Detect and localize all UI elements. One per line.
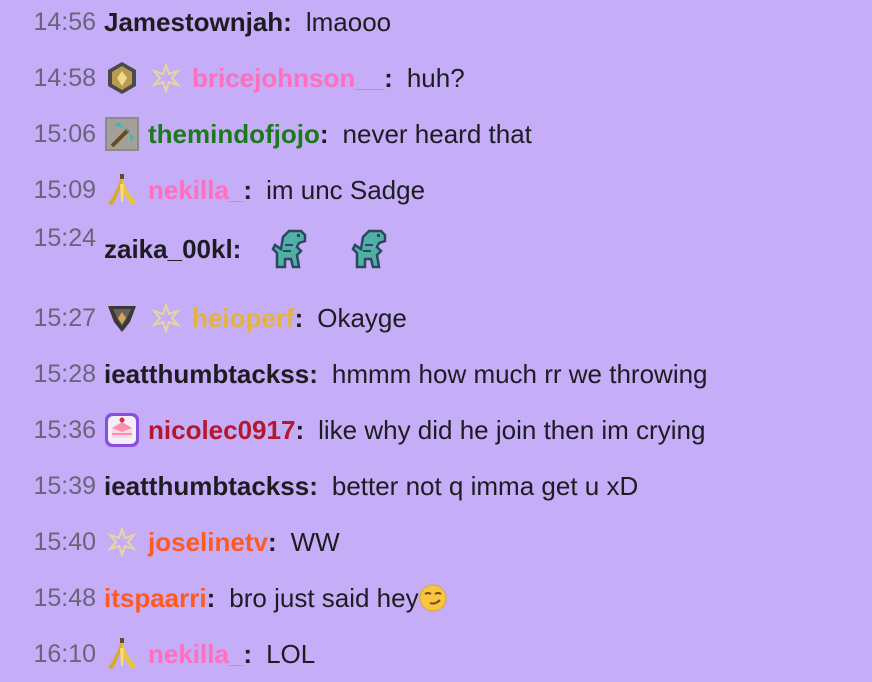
username[interactable]: joselinetv [148,527,268,558]
message-text: hmmm how much rr we throwing [331,358,708,389]
username[interactable]: Jamestownjah [104,7,283,38]
message-text: im unc Sadge [266,174,426,205]
message-timestamp: 15:06 [33,119,96,148]
message-timestamp: 15:09 [33,175,96,204]
message-text: never heard that [342,118,532,149]
username[interactable]: nekilla_ [148,175,243,206]
colon: : [295,414,305,445]
colon: : [267,526,277,557]
colon: : [319,118,329,149]
username[interactable]: ieatthumbtackss [104,359,309,390]
colon: : [243,638,253,669]
colon: : [243,174,253,205]
pickaxe-badge-icon[interactable] [104,116,140,152]
chat-message: 15:09 nekilla_: im unc Sadge [0,162,425,218]
chat-message: 16:10 nekilla_: LOL [0,626,315,682]
sparkle-badge-icon[interactable] [148,60,184,96]
username[interactable]: themindofjojo [148,119,320,150]
chat-message: 14:56 Jamestownjah: lmaooo [0,0,391,50]
chat-message: 15:39 ieatthumbtackss: better not q imma… [0,458,638,514]
message-timestamp: 15:28 [33,359,96,388]
chat-message: 15:06 themindofjojo: never heard that [0,106,532,162]
colon: : [309,358,318,389]
message-text: WW [290,526,340,557]
chat-message: 14:58 bricejohnson__: huh? [0,50,465,106]
message-text: huh? [406,62,465,93]
chat-message: 15:48 itspaarri: bro just said hey [0,570,447,626]
username[interactable]: zaika_00kl [104,234,233,265]
message-text: Okayge [317,302,407,333]
chat-message: 15:27 heioperf: Okayge [0,290,407,346]
chat-message: 15:40 joselinetv: WW [0,514,340,570]
message-timestamp: 15:36 [33,415,96,444]
message-text: lmaooo [305,6,392,37]
message-text: like why did he join then im crying [318,414,706,445]
colon: : [206,582,216,613]
message-timestamp: 15:40 [33,527,96,556]
username[interactable]: itspaarri [104,583,207,614]
message-text: LOL [266,638,316,669]
gold-rank-badge-icon[interactable] [104,60,140,96]
username[interactable]: bricejohnson__ [192,63,384,94]
colon: : [283,6,292,37]
username[interactable]: ieatthumbtackss [104,471,309,502]
colon: : [309,470,318,501]
message-timestamp: 15:27 [33,303,96,332]
smirk-emoji-icon [419,584,447,612]
banana-badge-icon[interactable] [104,172,140,208]
dark-rank-badge-icon[interactable] [104,300,140,336]
chat-log: 14:56 Jamestownjah: lmaooo 14:58 bricejo… [0,0,872,680]
message-timestamp: 14:56 [33,7,96,36]
message-timestamp: 16:10 [33,639,96,668]
chat-message: 15:28 ieatthumbtackss: hmmm how much rr … [0,346,708,402]
colon: : [384,62,393,93]
cake-badge-icon[interactable] [104,412,140,448]
message-timestamp: 15:48 [33,583,96,612]
message-text: better not q imma get u xD [331,470,639,501]
colon: : [294,302,304,333]
banana-badge-icon[interactable] [104,636,140,672]
chat-message: 15:36 nicolec0917: like why did he join … [0,402,705,458]
username[interactable]: nicolec0917 [148,415,295,446]
sparkle-badge-icon[interactable] [148,300,184,336]
username[interactable]: heioperf [192,303,295,334]
dino-emote-icon[interactable] [347,227,391,271]
colon: : [232,233,242,264]
message-timestamp: 15:39 [33,471,96,500]
chat-message: 15:24 zaika_00kl: [0,218,391,280]
username[interactable]: nekilla_ [148,639,243,670]
message-timestamp: 15:24 [33,224,96,252]
message-text: bro just said hey [229,582,419,613]
sparkle-badge-icon[interactable] [104,524,140,560]
message-timestamp: 14:58 [33,63,96,92]
dino-emote-icon[interactable] [267,227,311,271]
